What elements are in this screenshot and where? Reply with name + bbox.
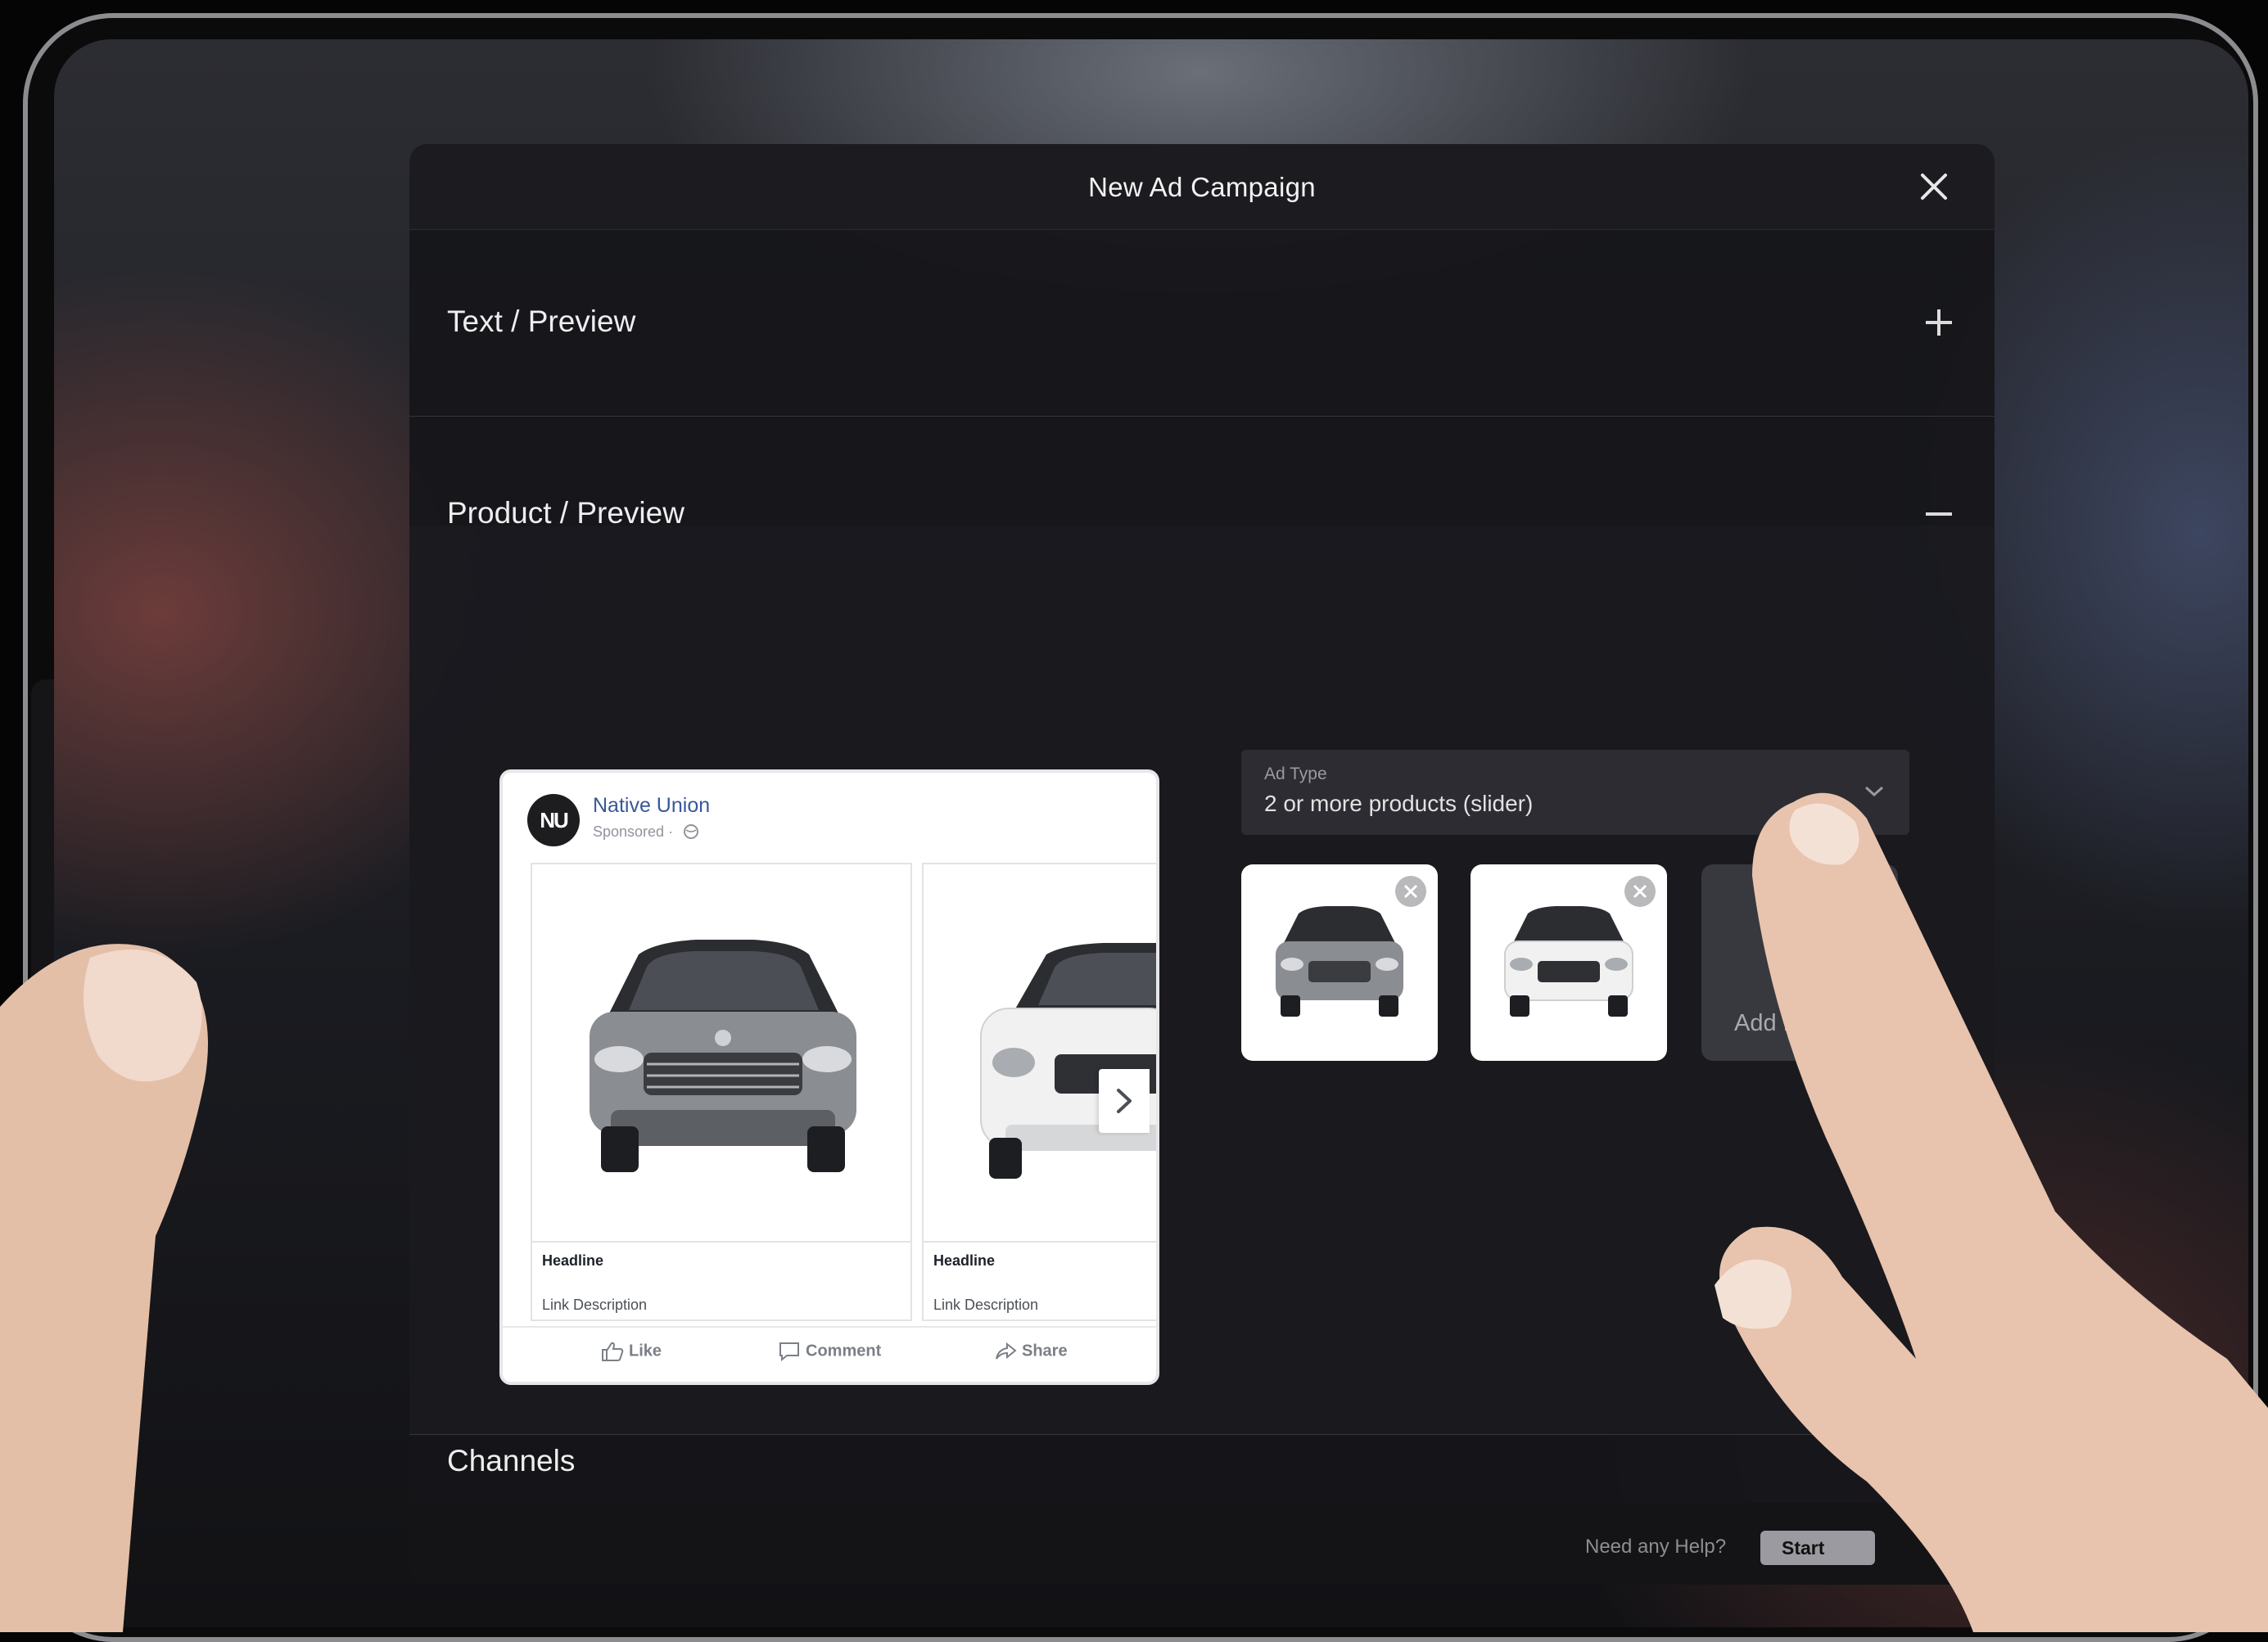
page-avatar: NU xyxy=(527,794,580,846)
product-thumbnail[interactable] xyxy=(1471,864,1667,1061)
share-button[interactable]: Share xyxy=(994,1341,1068,1362)
carousel-card[interactable]: Headline Link Description xyxy=(531,863,912,1321)
start-chat-button[interactable]: Start xyxy=(1760,1531,1875,1565)
modal-footer: Need any Help? Start xyxy=(409,1503,1995,1585)
post-actions-bar: Like Comment Share xyxy=(503,1326,1156,1377)
comment-label: Comment xyxy=(806,1342,882,1360)
globe-icon xyxy=(684,824,698,839)
share-icon xyxy=(996,1342,1017,1360)
expand-plus-icon[interactable] xyxy=(1922,1446,1955,1478)
white-suv-image xyxy=(980,943,1156,1179)
remove-product-button[interactable] xyxy=(1395,876,1426,907)
modal-header: New Ad Campaign xyxy=(409,144,1995,230)
product-preview-content: NU Native Union Sponsored · Headline Lin… xyxy=(409,526,1995,1435)
silver-suv-image xyxy=(590,940,856,1172)
expand-plus-icon[interactable] xyxy=(1922,306,1955,339)
section-text-preview[interactable]: Text / Preview xyxy=(409,229,1995,417)
ad-type-value: 2 or more products (slider) xyxy=(1264,791,1534,816)
close-icon xyxy=(1633,884,1647,899)
section-channels-label: Channels xyxy=(447,1444,576,1477)
car-image xyxy=(924,864,1156,1243)
carousel-headline: Headline xyxy=(933,1252,996,1269)
remove-product-button[interactable] xyxy=(1624,876,1656,907)
ad-type-select[interactable]: Ad Type 2 or more products (slider) xyxy=(1241,750,1909,835)
add-product-button[interactable]: Add Product xyxy=(1701,864,1898,1061)
close-icon[interactable] xyxy=(1918,170,1950,203)
like-button[interactable]: Like xyxy=(601,1341,662,1362)
page-name[interactable]: Native Union xyxy=(593,794,710,818)
carousel-next-button[interactable] xyxy=(1099,1069,1150,1133)
like-label: Like xyxy=(629,1342,662,1360)
chevron-down-icon xyxy=(1864,786,1884,797)
thumbs-up-icon xyxy=(602,1342,624,1361)
tablet-screen: New Ad Campaign Text / Preview Product /… xyxy=(54,39,2248,1627)
new-ad-campaign-modal: New Ad Campaign Text / Preview Product /… xyxy=(409,144,1995,1585)
comment-button[interactable]: Comment xyxy=(778,1341,881,1362)
section-channels[interactable]: Channels xyxy=(409,1434,1995,1503)
help-text: Need any Help? xyxy=(1585,1536,1727,1558)
product-thumbnail[interactable] xyxy=(1241,864,1438,1061)
plus-icon xyxy=(1777,918,1824,966)
section-product-preview[interactable]: Product / Preview xyxy=(409,417,1995,530)
close-icon xyxy=(1403,884,1418,899)
carousel-headline: Headline xyxy=(542,1252,604,1269)
facebook-ad-preview: NU Native Union Sponsored · Headline Lin… xyxy=(499,769,1159,1385)
comment-icon xyxy=(779,1342,799,1362)
sponsored-label: Sponsored · xyxy=(593,823,674,840)
chevron-right-icon xyxy=(1117,1089,1132,1113)
section-text-preview-label: Text / Preview xyxy=(447,304,636,338)
carousel-link-description: Link Description xyxy=(542,1297,648,1313)
car-image xyxy=(532,864,910,1243)
share-label: Share xyxy=(1022,1342,1068,1360)
add-product-label: Add Product xyxy=(1734,1010,1865,1036)
ad-type-label: Ad Type xyxy=(1264,765,1327,783)
carousel-link-description: Link Description xyxy=(933,1297,1039,1313)
modal-title: New Ad Campaign xyxy=(1088,172,1316,202)
